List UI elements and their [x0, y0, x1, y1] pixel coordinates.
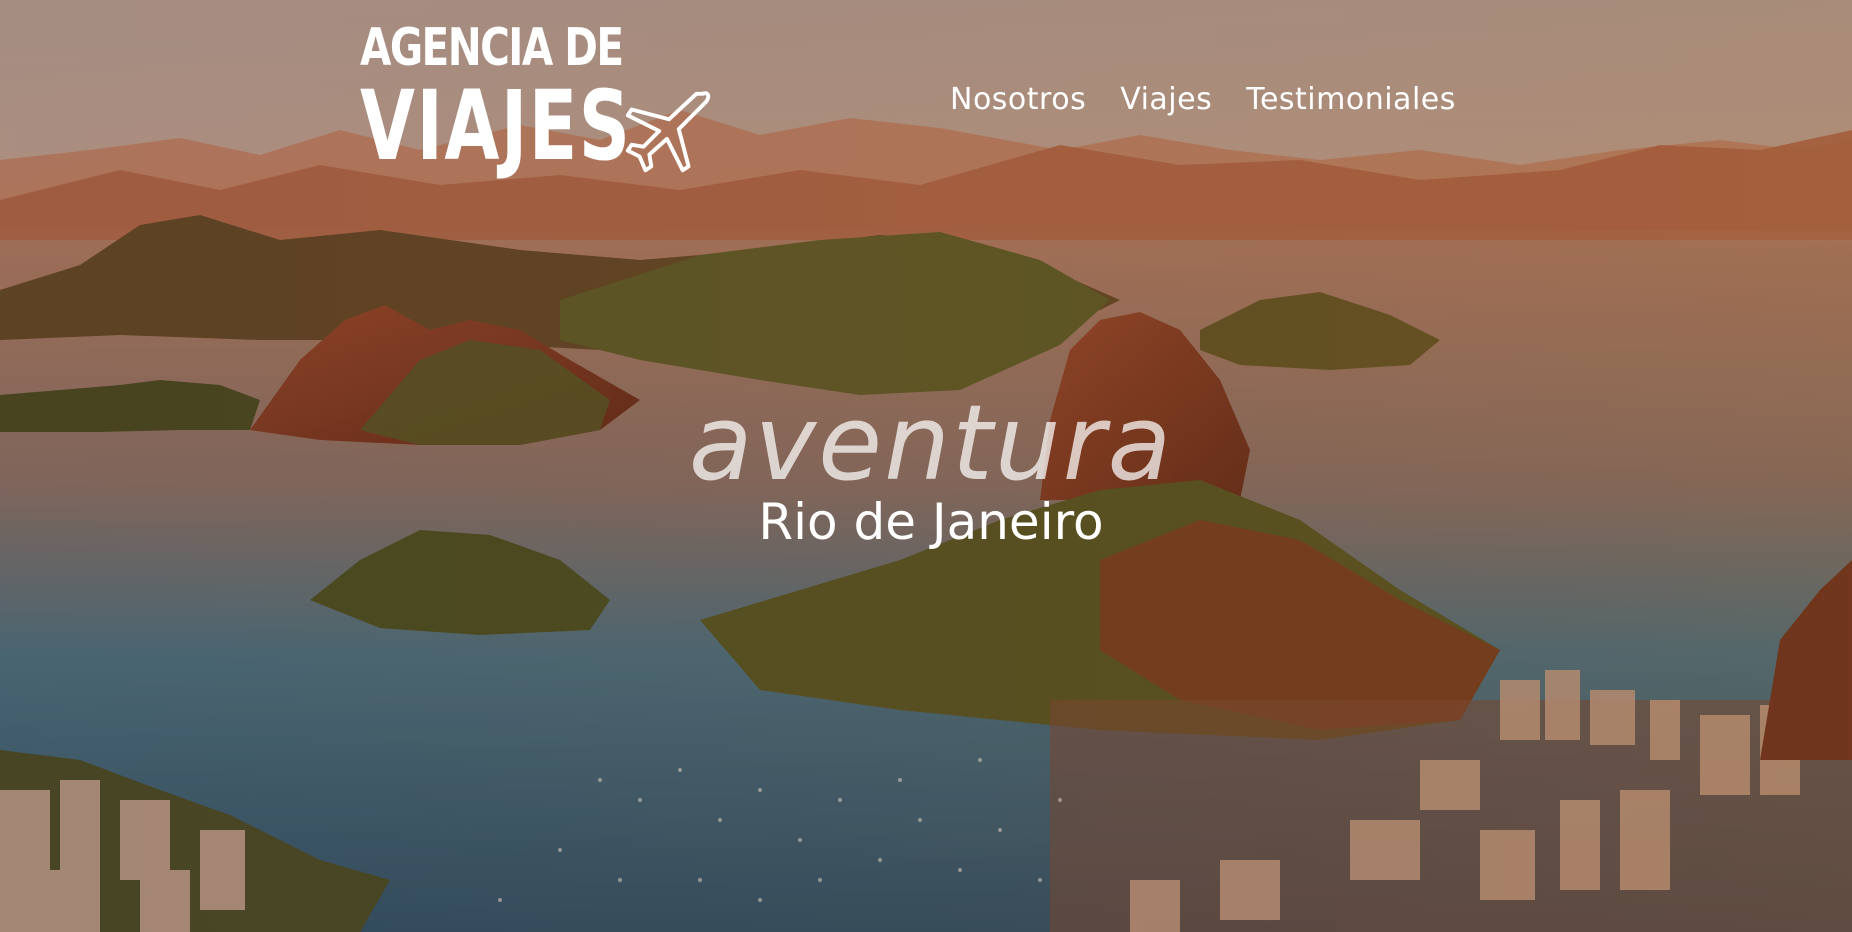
nav-link-testimoniales[interactable]: Testimoniales [1246, 82, 1456, 117]
logo-line-2: VIAJES [360, 70, 632, 182]
agency-logo[interactable]: AGENCIA DE VIAJES [360, 20, 720, 180]
hero-location: Rio de Janeiro [758, 493, 1104, 551]
site-header: AGENCIA DE VIAJES Nosotros Viajes Testim… [0, 0, 1852, 180]
hero-section: AGENCIA DE VIAJES Nosotros Viajes Testim… [0, 0, 1852, 932]
airplane-icon [625, 91, 711, 173]
logo-line-1: AGENCIA DE [360, 18, 624, 78]
hero-tagline: aventura Rio de Janeiro [0, 382, 1852, 551]
main-nav: Nosotros Viajes Testimoniales [950, 82, 1456, 117]
hero-headline: aventura [688, 382, 1174, 504]
nav-link-viajes[interactable]: Viajes [1120, 82, 1212, 117]
nav-link-nosotros[interactable]: Nosotros [950, 82, 1086, 117]
